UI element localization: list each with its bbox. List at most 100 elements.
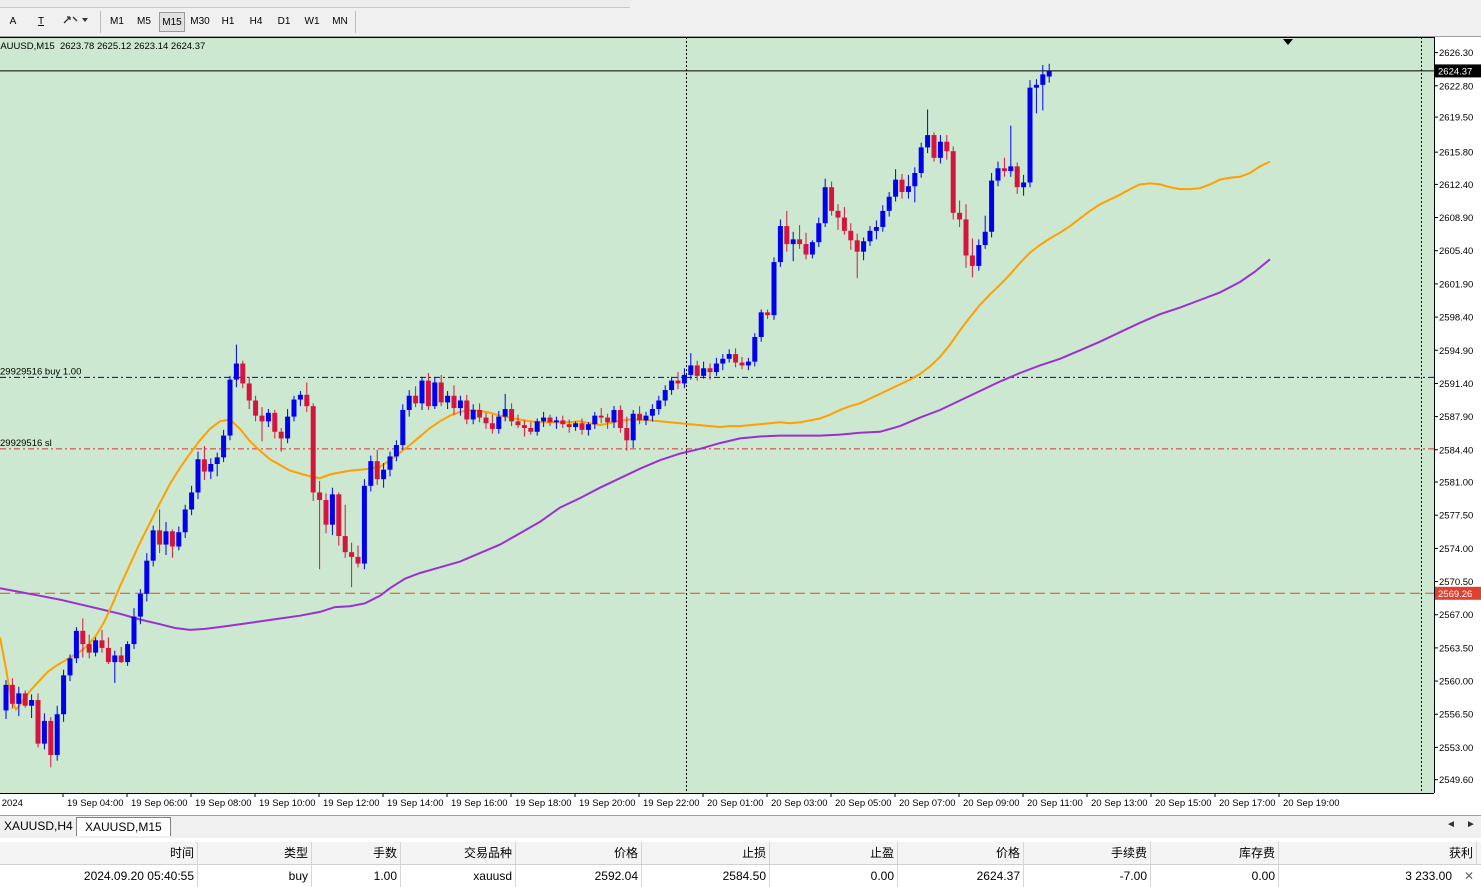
candle-body	[464, 400, 470, 420]
candle-body	[681, 374, 687, 384]
timeframe-m15[interactable]: M15	[159, 12, 185, 32]
candle-body	[1033, 84, 1039, 88]
price-tick-label: 2605.40	[1439, 246, 1473, 257]
col-header-swap[interactable]: 库存费	[1151, 842, 1279, 864]
stop-loss-order-label: 29929516 sl	[0, 438, 52, 449]
candle-body	[899, 179, 905, 192]
candle-body	[1014, 166, 1020, 188]
candle-body	[1001, 168, 1007, 172]
candle-body	[1046, 70, 1052, 77]
timeframe-w1[interactable]: W1	[299, 12, 325, 32]
col-header-lots[interactable]: 手数	[312, 842, 401, 864]
candle-body	[451, 395, 457, 409]
candle-body	[553, 420, 559, 423]
entry-order-label: 29929516 buy 1.00	[0, 366, 81, 377]
text-label-tool-button[interactable]: T	[32, 12, 50, 32]
candle-body	[438, 382, 444, 403]
candle-body	[816, 223, 822, 243]
candle-body	[803, 244, 809, 255]
timeframe-d1[interactable]: D1	[271, 12, 297, 32]
candle-body	[3, 684, 9, 711]
candle-body	[406, 395, 412, 410]
candle-body	[22, 693, 28, 706]
tab-xauusd-m15[interactable]: XAUUSD,M15	[76, 817, 171, 836]
close-icon[interactable]: ✕	[1461, 865, 1477, 887]
candle-body	[163, 531, 169, 545]
col-header-stop-loss[interactable]: 止损	[642, 842, 770, 864]
candle-body	[150, 530, 156, 561]
candle-body	[246, 383, 252, 401]
price-tick-label: 2556.50	[1439, 710, 1473, 721]
candle-body	[86, 644, 92, 653]
candle-body	[400, 409, 406, 446]
candle-body	[240, 363, 246, 384]
tab-scroll-left-icon[interactable]: ◄	[1446, 819, 1456, 830]
candle-body	[105, 647, 111, 663]
timeframe-m30[interactable]: M30	[187, 12, 213, 32]
candle-body	[144, 560, 150, 594]
table-row[interactable]: 2024.09.20 05:40:55 buy 1.00 xauusd 2592…	[0, 865, 1481, 887]
candle-body	[349, 552, 355, 557]
cell-stop-loss: 2584.50	[642, 865, 770, 887]
candle-body	[963, 219, 969, 256]
candle-body	[208, 464, 214, 472]
candle-body	[54, 714, 60, 756]
timeframe-m5[interactable]: M5	[131, 12, 157, 32]
time-tick-label: 20 Sep 19:00	[1283, 798, 1340, 809]
text-tool-button[interactable]: A	[4, 12, 22, 32]
arrows-tool-button[interactable]	[60, 12, 90, 32]
cell-time: 2024.09.20 05:40:55	[0, 865, 198, 887]
time-tick-label: 20 Sep 07:00	[899, 798, 956, 809]
candle-body	[227, 379, 233, 436]
candle-body	[758, 312, 764, 337]
candle-body	[784, 226, 790, 245]
candle-body	[950, 151, 956, 213]
price-tick-label: 2598.40	[1439, 313, 1473, 324]
candle-body	[381, 469, 387, 480]
time-tick-label: 20 Sep 03:00	[771, 798, 828, 809]
candle-body	[1021, 182, 1027, 188]
arrows-icon	[63, 16, 88, 24]
col-header-take-profit[interactable]: 止盈	[770, 842, 898, 864]
candle-body	[886, 196, 892, 211]
candle-body	[720, 358, 726, 364]
col-header-commission[interactable]: 手续费	[1024, 842, 1151, 864]
time-tick-label: 20 Sep 05:00	[835, 798, 892, 809]
candle-body	[35, 700, 41, 744]
candle-body	[624, 427, 630, 441]
col-header-current-price[interactable]: 价格	[898, 842, 1024, 864]
col-header-profit[interactable]: 获利	[1279, 842, 1477, 864]
col-header-open-price[interactable]: 价格	[516, 842, 642, 864]
timeframe-mn[interactable]: MN	[327, 12, 353, 32]
col-header-type[interactable]: 类型	[198, 842, 312, 864]
candle-body	[541, 417, 547, 422]
candle-body	[80, 630, 86, 645]
price-tick-label: 2549.60	[1439, 775, 1473, 786]
chart-canvas[interactable]: 2626.30 2622.80 2619.50 2615.80 2612.40 2608.…	[0, 37, 1481, 812]
price-tick-label: 2584.40	[1439, 445, 1473, 456]
price-tick-label: 2587.90	[1439, 412, 1473, 423]
tab-scroll-right-icon[interactable]: ►	[1466, 819, 1476, 830]
tab-xauusd-h4[interactable]: XAUUSD,H4	[0, 817, 81, 835]
candle-body	[566, 424, 572, 428]
timeframe-h1[interactable]: H1	[215, 12, 241, 32]
col-header-time[interactable]: 时间	[0, 842, 198, 864]
timeframe-h4[interactable]: H4	[243, 12, 269, 32]
cell-open-price: 2592.04	[516, 865, 642, 887]
candle-body	[201, 459, 207, 472]
col-header-symbol[interactable]: 交易品种	[401, 842, 516, 864]
price-chart[interactable]: 2626.30 2622.80 2619.50 2615.80 2612.40 2608.…	[0, 37, 1481, 812]
candle-body	[713, 363, 719, 373]
cell-profit: 3 233.00	[1405, 869, 1452, 883]
candle-body	[413, 395, 419, 404]
candle-body	[387, 456, 393, 470]
time-tick-label: 19 Sep 20:00	[579, 798, 636, 809]
candle-body	[841, 217, 847, 231]
timeframe-m1[interactable]: M1	[104, 12, 130, 32]
candle-body	[419, 380, 425, 404]
candle-body	[157, 530, 163, 545]
candle-body	[323, 500, 329, 525]
candle-body	[707, 368, 713, 373]
candle-body	[611, 409, 617, 423]
candle-body	[189, 492, 195, 510]
